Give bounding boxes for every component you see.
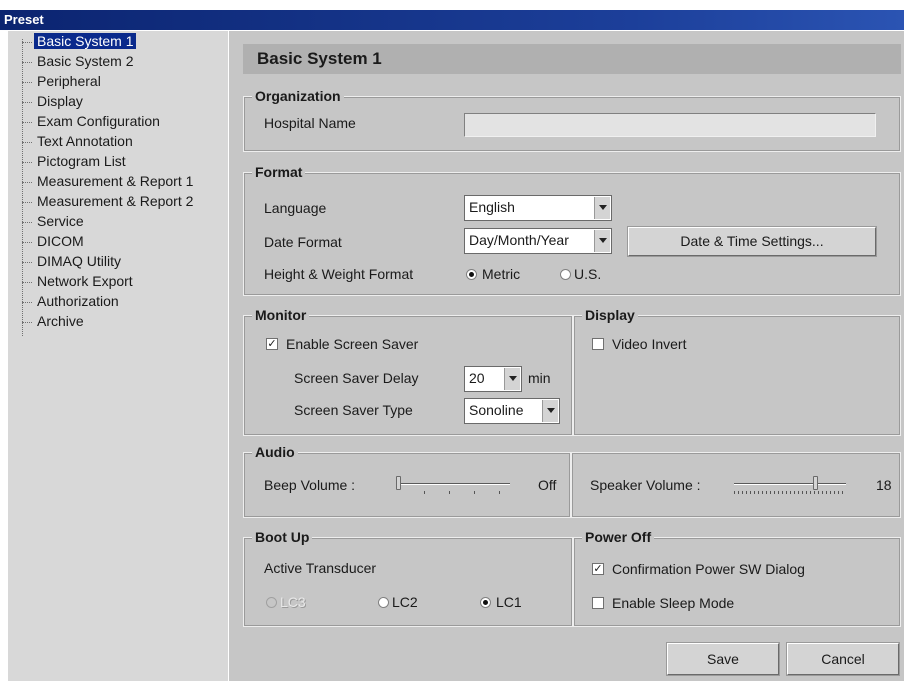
monitor-title: Monitor	[252, 306, 310, 324]
hospital-name-input[interactable]	[464, 113, 876, 137]
beep-volume-label: Beep Volume :	[264, 477, 356, 493]
date-time-settings-button[interactable]: Date & Time Settings...	[627, 226, 877, 257]
monitor-group: Monitor ✓ Enable Screen Saver Screen Sav…	[243, 306, 573, 436]
power-off-title: Power Off	[582, 528, 655, 546]
beep-volume-value: Off	[538, 477, 557, 493]
chevron-down-icon	[594, 230, 610, 252]
lc1-radio-label: LC1	[496, 594, 522, 610]
date-format-label: Date Format	[264, 234, 342, 250]
metric-radio[interactable]	[466, 269, 477, 280]
tree-item-basic-system-2[interactable]: Basic System 2	[22, 51, 136, 71]
language-value: English	[469, 199, 515, 215]
speaker-volume-slider-thumb[interactable]	[812, 476, 818, 490]
us-radio[interactable]	[560, 269, 571, 280]
tree-item-basic-system-1[interactable]: Basic System 1	[22, 31, 137, 51]
cancel-button[interactable]: Cancel	[786, 642, 900, 676]
lc3-radio[interactable]	[266, 597, 277, 608]
tree-item-authorization[interactable]: Authorization	[22, 291, 122, 311]
tree-item-dimaq-utility[interactable]: DIMAQ Utility	[22, 251, 124, 271]
delay-unit-label: min	[528, 370, 551, 386]
date-format-select[interactable]: Day/Month/Year	[464, 228, 612, 254]
preset-tree: Basic System 1 Basic System 2 Peripheral…	[8, 31, 228, 681]
beep-volume-slider-thumb[interactable]	[396, 476, 401, 490]
confirmation-power-sw-checkbox[interactable]: ✓	[592, 563, 604, 575]
slider-ticks	[734, 491, 846, 494]
tree-item-text-annotation[interactable]: Text Annotation	[22, 131, 136, 151]
screen-saver-delay-select[interactable]: 20	[464, 366, 522, 392]
screen-saver-delay-value: 20	[469, 370, 485, 386]
save-button[interactable]: Save	[666, 642, 780, 676]
slider-tick	[474, 491, 475, 494]
audio-speaker-group: Speaker Volume : 18	[571, 452, 901, 518]
tree-item-measurement-report-2[interactable]: Measurement & Report 2	[22, 191, 196, 211]
hospital-name-label: Hospital Name	[264, 115, 356, 131]
tree-item-exam-configuration[interactable]: Exam Configuration	[22, 111, 163, 131]
settings-panel: Basic System 1 Organization Hospital Nam…	[229, 31, 904, 681]
window-title: Preset	[4, 12, 44, 27]
page-title: Basic System 1	[243, 44, 901, 74]
video-invert-label: Video Invert	[612, 336, 687, 352]
tree-item-service[interactable]: Service	[22, 211, 87, 231]
us-radio-label: U.S.	[574, 266, 602, 282]
screen-saver-type-value: Sonoline	[469, 402, 524, 418]
enable-sleep-mode-label: Enable Sleep Mode	[612, 595, 735, 611]
organization-title: Organization	[252, 87, 344, 105]
format-group: Format Language English Date Format Day/…	[243, 163, 901, 296]
audio-beep-group: Audio Beep Volume : Off	[243, 443, 571, 518]
tree-item-display[interactable]: Display	[22, 91, 86, 111]
tree-item-measurement-report-1[interactable]: Measurement & Report 1	[22, 171, 196, 191]
slider-tick	[499, 491, 500, 494]
language-select[interactable]: English	[464, 195, 612, 221]
lc2-radio[interactable]	[378, 597, 389, 608]
chevron-down-icon	[594, 197, 610, 219]
chevron-down-icon	[542, 400, 558, 422]
audio-title: Audio	[252, 443, 298, 461]
organization-group: Organization Hospital Name	[243, 87, 901, 152]
confirmation-power-sw-label: Confirmation Power SW Dialog	[612, 561, 805, 577]
tree-item-dicom[interactable]: DICOM	[22, 231, 87, 251]
chevron-down-icon	[504, 368, 520, 390]
lc2-radio-label: LC2	[392, 594, 418, 610]
display-group: Display Video Invert	[573, 306, 901, 436]
boot-up-group: Boot Up Active Transducer LC3 LC2 LC1	[243, 528, 573, 627]
tree-item-network-export[interactable]: Network Export	[22, 271, 136, 291]
format-title: Format	[252, 163, 306, 181]
tree-item-peripheral[interactable]: Peripheral	[22, 71, 104, 91]
enable-sleep-mode-checkbox[interactable]	[592, 597, 604, 609]
tree-item-pictogram-list[interactable]: Pictogram List	[22, 151, 129, 171]
height-weight-format-label: Height & Weight Format	[264, 266, 414, 282]
language-label: Language	[264, 200, 327, 216]
video-invert-checkbox[interactable]	[592, 338, 604, 350]
window-title-bar: Preset	[0, 10, 904, 30]
speaker-volume-value: 18	[876, 477, 892, 493]
enable-screen-saver-label: Enable Screen Saver	[286, 336, 419, 352]
screen-saver-type-select[interactable]: Sonoline	[464, 398, 560, 424]
screen-saver-delay-label: Screen Saver Delay	[294, 370, 419, 386]
boot-up-title: Boot Up	[252, 528, 313, 546]
tree-item-archive[interactable]: Archive	[22, 311, 87, 331]
slider-tick	[449, 491, 450, 494]
speaker-volume-slider-track[interactable]	[734, 483, 846, 485]
slider-tick	[424, 491, 425, 494]
metric-radio-label: Metric	[482, 266, 521, 282]
lc1-radio[interactable]	[480, 597, 491, 608]
screen-saver-type-label: Screen Saver Type	[294, 402, 413, 418]
beep-volume-slider-track[interactable]	[398, 483, 510, 485]
speaker-volume-label: Speaker Volume :	[590, 477, 701, 493]
date-format-value: Day/Month/Year	[469, 232, 569, 248]
display-title: Display	[582, 306, 638, 324]
enable-screen-saver-checkbox[interactable]: ✓	[266, 338, 278, 350]
power-off-group: Power Off ✓ Confirmation Power SW Dialog…	[573, 528, 901, 627]
lc3-radio-label: LC3	[280, 594, 306, 610]
active-transducer-label: Active Transducer	[264, 560, 377, 576]
